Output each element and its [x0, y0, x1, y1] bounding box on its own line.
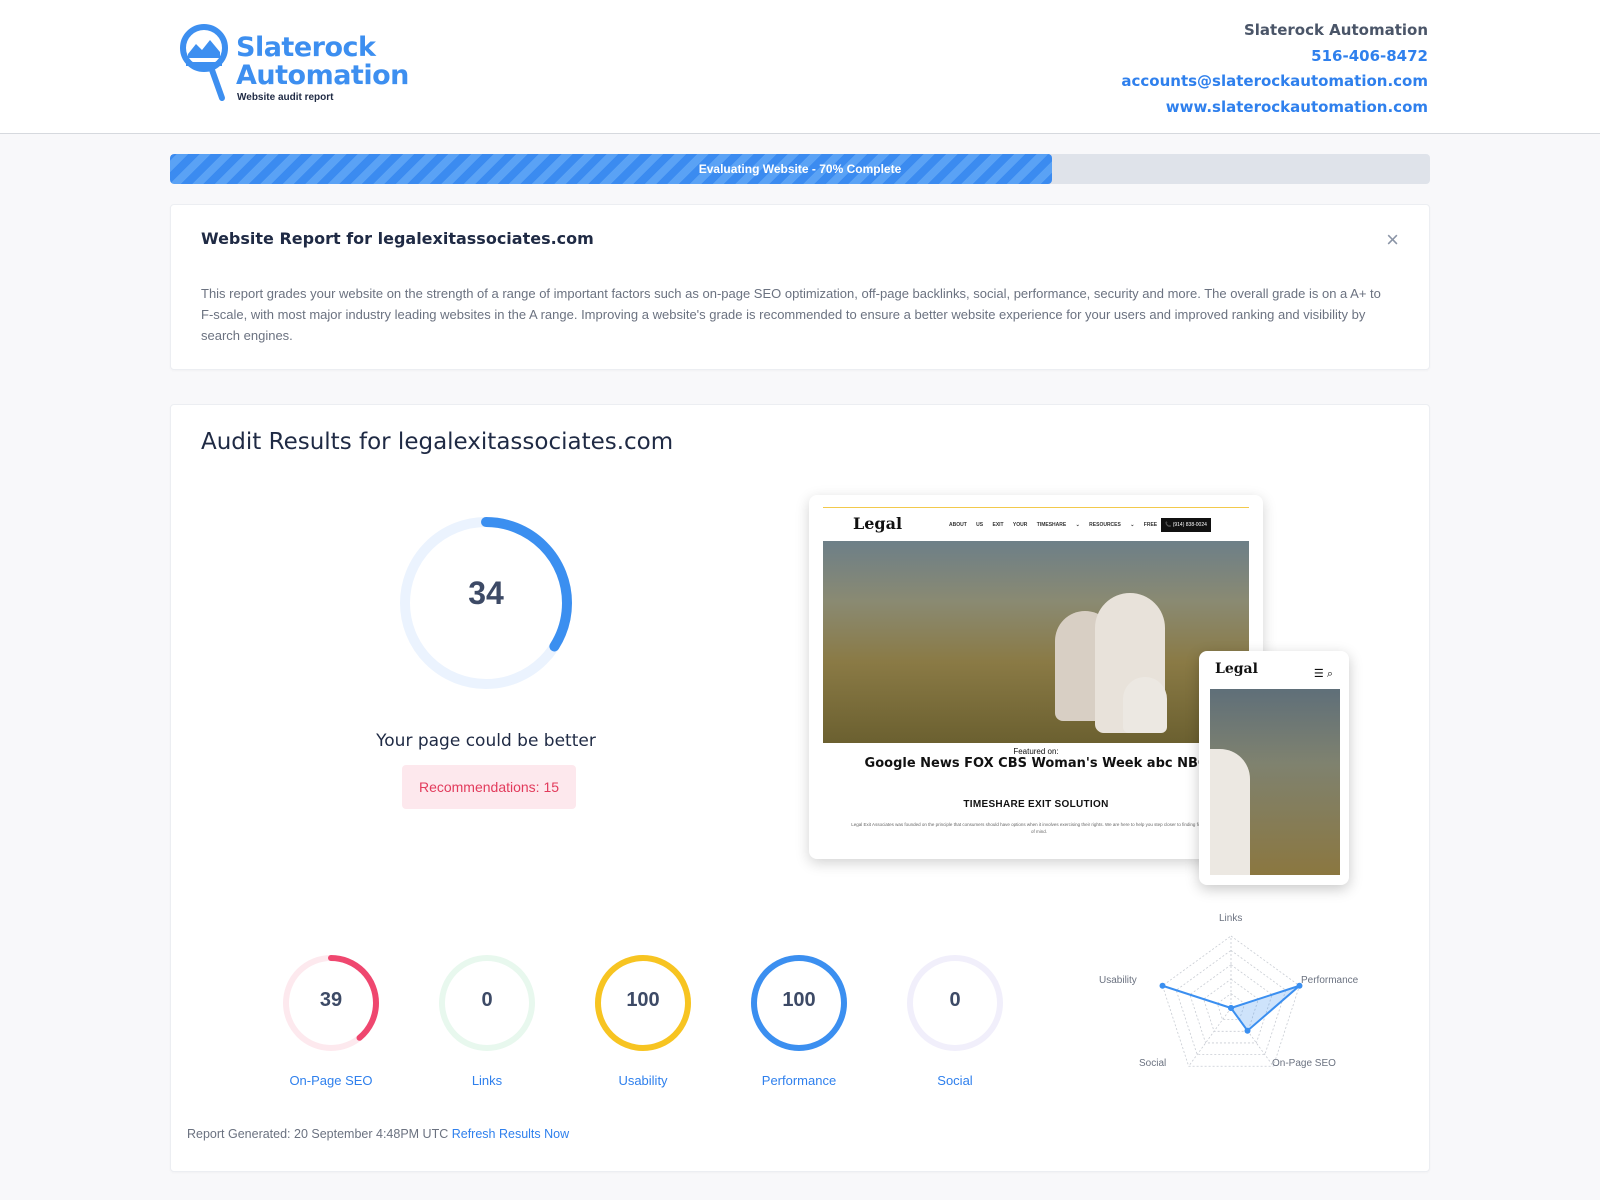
- radar-label-usability: Usability: [1099, 975, 1137, 986]
- links-link[interactable]: Links: [407, 1073, 567, 1088]
- social-score: 0: [949, 989, 961, 1011]
- brand-logo[interactable]: Slaterock Automation Website audit repor…: [180, 24, 440, 106]
- menu-icon: ☰ ⌕: [1313, 668, 1333, 680]
- score-radar-chart: Links Performance On-Page SEO Social Usa…: [1091, 913, 1371, 1093]
- report-title: Website Report for legalexitassociates.c…: [201, 229, 594, 248]
- preview-logo: Legal: [853, 514, 903, 533]
- preview-phone-button: 📞 (914) 838-0024: [1161, 518, 1211, 532]
- contact-website-link[interactable]: www.slaterockautomation.com: [1121, 95, 1428, 121]
- progress-label: Evaluating Website - 70% Complete: [698, 162, 902, 176]
- brand-subtitle: Website audit report: [237, 92, 334, 103]
- page-header: Slaterock Automation Website audit repor…: [0, 0, 1600, 134]
- on-page-seo-score: 39: [319, 989, 343, 1011]
- performance-link[interactable]: Performance: [719, 1073, 879, 1088]
- preview-hero-image: [823, 541, 1249, 743]
- radar-point-usability: [1159, 982, 1166, 989]
- preview-featured-row: Featured on: Google News FOX CBS Woman's…: [823, 747, 1249, 771]
- radar-label-on-page-seo: On-Page SEO: [1272, 1058, 1336, 1069]
- performance-score: 100: [782, 989, 816, 1011]
- usability-link[interactable]: Usability: [563, 1073, 723, 1088]
- on-page-seo-link[interactable]: On-Page SEO: [251, 1073, 411, 1088]
- mobile-preview-logo: Legal: [1215, 661, 1258, 677]
- featured-brands: Google News FOX CBS Woman's Week abc NBC: [864, 756, 1208, 771]
- radar-point-social: [1228, 1005, 1234, 1011]
- report-generated-text: Report Generated: 20 September 4:48PM UT…: [187, 1127, 449, 1141]
- recommendations-badge[interactable]: Recommendations: 15: [402, 765, 576, 809]
- featured-label: Featured on:: [1013, 747, 1059, 756]
- preview-section-title: TIMESHARE EXIT SOLUTION: [963, 799, 1109, 810]
- preview-navbar: Legal ABOUT US EXIT YOUR TIMESHARE ⌄ RES…: [823, 507, 1249, 539]
- close-icon[interactable]: ×: [1386, 227, 1399, 253]
- usability-score: 100: [626, 989, 660, 1011]
- radar-axis-line: [1188, 1007, 1232, 1067]
- score-verdict: Your page could be better: [376, 731, 596, 751]
- report-intro-card: Website Report for legalexitassociates.c…: [170, 204, 1430, 370]
- score-social: 0 Social: [905, 953, 1005, 1088]
- score-performance: 100 Performance: [749, 953, 849, 1088]
- contact-email-link[interactable]: accounts@slaterockautomation.com: [1121, 69, 1428, 95]
- desktop-preview: Legal ABOUT US EXIT YOUR TIMESHARE ⌄ RES…: [809, 495, 1263, 859]
- evaluation-progress-bar: Evaluating Website - 70% Complete: [170, 154, 1430, 184]
- radar-point-on-page-seo: [1244, 1027, 1251, 1034]
- refresh-results-link[interactable]: Refresh Results Now: [452, 1127, 569, 1141]
- social-link[interactable]: Social: [875, 1073, 1035, 1088]
- contact-block: Slaterock Automation 516-406-8472 accoun…: [1121, 18, 1428, 120]
- contact-phone-link[interactable]: 516-406-8472: [1121, 44, 1428, 70]
- score-links: 0 Links: [437, 953, 537, 1088]
- report-description: This report grades your website on the s…: [201, 286, 1381, 343]
- contact-company: Slaterock Automation: [1243, 21, 1428, 39]
- radar-label-performance: Performance: [1301, 975, 1359, 986]
- magnifier-logo-icon: [180, 24, 228, 101]
- mobile-preview-hero: [1210, 689, 1340, 875]
- audit-title: Audit Results for legalexitassociates.co…: [201, 429, 674, 455]
- brand-name: Slaterock Automation: [236, 32, 409, 91]
- radar-label-social: Social: [1139, 1058, 1167, 1069]
- overall-score-value: 34: [468, 575, 504, 611]
- links-score: 0: [481, 989, 493, 1011]
- radar-label-links: Links: [1219, 913, 1243, 924]
- preview-section-text: Legal Exit Associates was founded on the…: [851, 822, 1227, 834]
- audit-results-card: Audit Results for legalexitassociates.co…: [170, 404, 1430, 1172]
- report-footer: Report Generated: 20 September 4:48PM UT…: [187, 1127, 569, 1141]
- score-on-page-seo: 39 On-Page SEO: [281, 953, 381, 1088]
- mobile-preview: Legal ☰ ⌕: [1199, 651, 1349, 885]
- score-usability: 100 Usability: [593, 953, 693, 1088]
